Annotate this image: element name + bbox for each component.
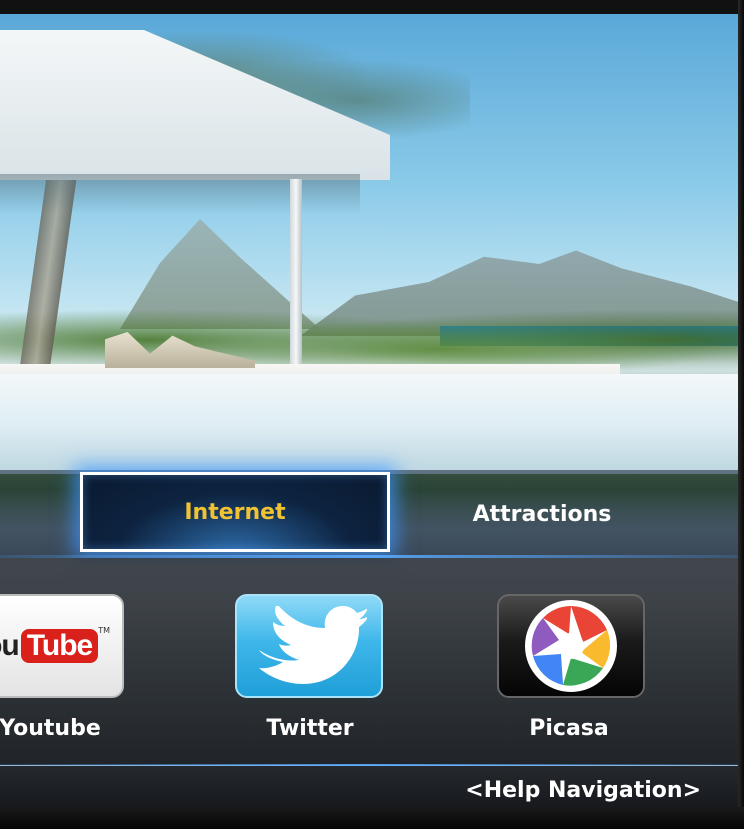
category-menu: Internet Attractions xyxy=(0,470,739,558)
app-label-twitter: Twitter xyxy=(266,716,354,741)
tv-screen: Internet Attractions You Tube TM Youtube… xyxy=(0,14,739,807)
tv-frame: Internet Attractions You Tube TM Youtube… xyxy=(0,0,744,829)
menu-item-previous[interactable] xyxy=(0,470,70,558)
tv-bezel-right xyxy=(738,0,744,829)
menu-item-attractions[interactable]: Attractions xyxy=(392,470,692,558)
picasa-pinwheel-icon xyxy=(525,600,617,692)
twitter-app-tile[interactable] xyxy=(235,594,383,698)
help-bar: <Help Navigation> xyxy=(0,766,739,807)
background-pillar xyxy=(290,179,302,394)
background-roof-shadow xyxy=(0,174,360,214)
youtube-app-tile[interactable]: You Tube TM xyxy=(0,594,124,698)
youtube-logo-you: You xyxy=(0,629,20,662)
twitter-bird-icon xyxy=(259,606,367,684)
menu-item-label: Internet xyxy=(184,499,286,525)
picasa-app-tile[interactable] xyxy=(497,594,645,698)
background-pool xyxy=(0,374,739,474)
menu-item-internet[interactable]: Internet xyxy=(80,472,390,552)
menu-item-label: Attractions xyxy=(472,501,612,527)
tv-bezel-bottom xyxy=(0,807,744,829)
help-navigation-link[interactable]: <Help Navigation> xyxy=(465,778,701,803)
app-label-picasa: Picasa xyxy=(529,716,609,741)
youtube-logo-tube: Tube xyxy=(20,629,99,663)
app-label-youtube: Youtube xyxy=(0,716,101,741)
apps-panel: You Tube TM Youtube Twitter xyxy=(0,558,739,765)
youtube-logo-tm: TM xyxy=(98,626,110,635)
